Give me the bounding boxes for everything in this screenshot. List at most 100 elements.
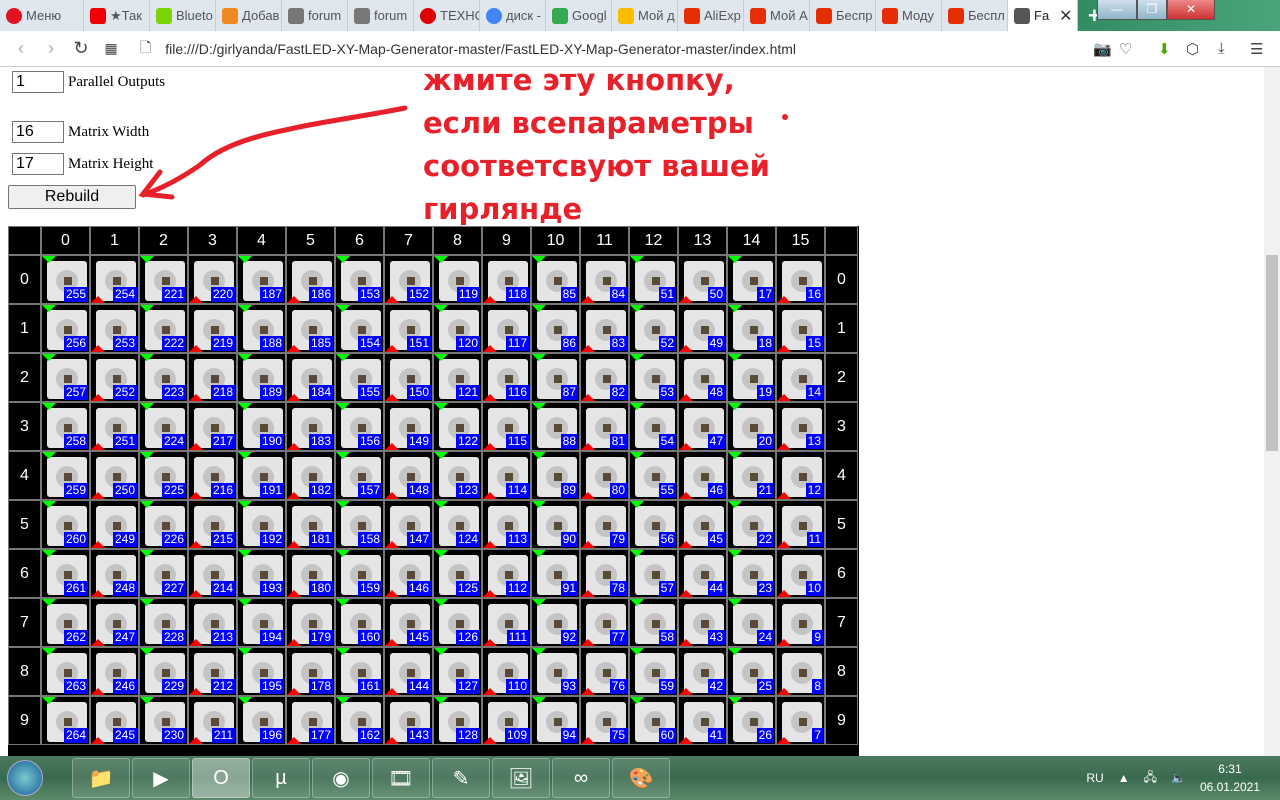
led-cell[interactable]: 25 — [727, 647, 776, 696]
led-cell[interactable]: 192 — [237, 500, 286, 549]
led-cell[interactable]: 87 — [531, 353, 580, 402]
led-cell[interactable]: 26 — [727, 696, 776, 745]
led-cell[interactable]: 81 — [580, 402, 629, 451]
led-cell[interactable]: 10 — [776, 549, 825, 598]
led-cell[interactable]: 185 — [286, 304, 335, 353]
led-cell[interactable]: 82 — [580, 353, 629, 402]
led-cell[interactable]: 123 — [433, 451, 482, 500]
led-cell[interactable]: 178 — [286, 647, 335, 696]
led-cell[interactable]: 225 — [139, 451, 188, 500]
led-cell[interactable]: 116 — [482, 353, 531, 402]
led-cell[interactable]: 245 — [90, 696, 139, 745]
video-icon[interactable]: 🎞 — [372, 758, 430, 798]
led-cell[interactable]: 80 — [580, 451, 629, 500]
led-cell[interactable]: 264 — [41, 696, 90, 745]
led-cell[interactable]: 83 — [580, 304, 629, 353]
led-cell[interactable]: 151 — [384, 304, 433, 353]
led-cell[interactable]: 247 — [90, 598, 139, 647]
led-cell[interactable]: 182 — [286, 451, 335, 500]
led-cell[interactable]: 85 — [531, 255, 580, 304]
speed-dial-icon[interactable]: ▦ — [96, 40, 126, 57]
led-cell[interactable]: 13 — [776, 402, 825, 451]
led-cell[interactable]: 193 — [237, 549, 286, 598]
led-cell[interactable]: 124 — [433, 500, 482, 549]
led-cell[interactable]: 248 — [90, 549, 139, 598]
led-cell[interactable]: 252 — [90, 353, 139, 402]
led-cell[interactable]: 125 — [433, 549, 482, 598]
led-cell[interactable]: 17 — [727, 255, 776, 304]
scrollbar-thumb[interactable] — [1266, 255, 1278, 451]
led-cell[interactable]: 121 — [433, 353, 482, 402]
led-cell[interactable]: 21 — [727, 451, 776, 500]
settings-icon[interactable]: ☰ — [1250, 40, 1263, 58]
led-cell[interactable]: 88 — [531, 402, 580, 451]
led-cell[interactable]: 122 — [433, 402, 482, 451]
led-cell[interactable]: 55 — [629, 451, 678, 500]
downloads-icon[interactable]: ⤓ — [1218, 40, 1225, 57]
led-cell[interactable]: 93 — [531, 647, 580, 696]
led-cell[interactable]: 110 — [482, 647, 531, 696]
tab[interactable]: Беспл — [942, 0, 1008, 31]
led-cell[interactable]: 23 — [727, 549, 776, 598]
led-cell[interactable]: 189 — [237, 353, 286, 402]
paint-icon[interactable]: 🎨 — [612, 758, 670, 798]
led-cell[interactable]: 84 — [580, 255, 629, 304]
opera-icon[interactable]: O — [192, 758, 250, 798]
led-cell[interactable]: 230 — [139, 696, 188, 745]
media-player-icon[interactable]: ▶ — [132, 758, 190, 798]
led-cell[interactable]: 50 — [678, 255, 727, 304]
tab[interactable]: Меню — [0, 0, 84, 31]
led-cell[interactable]: 256 — [41, 304, 90, 353]
led-cell[interactable]: 147 — [384, 500, 433, 549]
photos-icon[interactable]: 🖼 — [492, 758, 550, 798]
led-cell[interactable]: 79 — [580, 500, 629, 549]
download-extension-icon[interactable]: ⬇ — [1158, 40, 1171, 58]
led-cell[interactable]: 24 — [727, 598, 776, 647]
led-cell[interactable]: 218 — [188, 353, 237, 402]
led-cell[interactable]: 54 — [629, 402, 678, 451]
led-cell[interactable]: 48 — [678, 353, 727, 402]
led-cell[interactable]: 194 — [237, 598, 286, 647]
led-cell[interactable]: 190 — [237, 402, 286, 451]
led-cell[interactable]: 114 — [482, 451, 531, 500]
led-cell[interactable]: 154 — [335, 304, 384, 353]
forward-button[interactable]: › — [36, 38, 66, 59]
led-cell[interactable]: 41 — [678, 696, 727, 745]
led-cell[interactable]: 11 — [776, 500, 825, 549]
led-cell[interactable]: 52 — [629, 304, 678, 353]
led-cell[interactable]: 14 — [776, 353, 825, 402]
led-cell[interactable]: 57 — [629, 549, 678, 598]
led-cell[interactable]: 127 — [433, 647, 482, 696]
led-cell[interactable]: 8 — [776, 647, 825, 696]
led-cell[interactable]: 180 — [286, 549, 335, 598]
led-cell[interactable]: 53 — [629, 353, 678, 402]
led-cell[interactable]: 146 — [384, 549, 433, 598]
led-cell[interactable]: 115 — [482, 402, 531, 451]
reload-button[interactable]: ↻ — [66, 38, 96, 59]
led-cell[interactable]: 112 — [482, 549, 531, 598]
tab[interactable]: Googl — [546, 0, 612, 31]
led-cell[interactable]: 47 — [678, 402, 727, 451]
arduino-icon[interactable]: ∞ — [552, 758, 610, 798]
maximize-button[interactable]: ❐ — [1137, 0, 1167, 20]
led-cell[interactable]: 149 — [384, 402, 433, 451]
led-cell[interactable]: 109 — [482, 696, 531, 745]
led-cell[interactable]: 143 — [384, 696, 433, 745]
led-cell[interactable]: 221 — [139, 255, 188, 304]
led-cell[interactable]: 213 — [188, 598, 237, 647]
tab[interactable]: Blueto — [150, 0, 216, 31]
led-cell[interactable]: 211 — [188, 696, 237, 745]
network-icon[interactable]: 🖧 — [1144, 768, 1157, 789]
tab[interactable]: диск - — [480, 0, 546, 31]
led-cell[interactable]: 250 — [90, 451, 139, 500]
clock[interactable]: 6:31 06.01.2021 — [1200, 760, 1260, 796]
led-cell[interactable]: 215 — [188, 500, 237, 549]
led-cell[interactable]: 223 — [139, 353, 188, 402]
led-cell[interactable]: 251 — [90, 402, 139, 451]
start-button[interactable] — [0, 756, 50, 800]
led-cell[interactable]: 120 — [433, 304, 482, 353]
led-cell[interactable]: 148 — [384, 451, 433, 500]
led-cell[interactable]: 76 — [580, 647, 629, 696]
tab[interactable]: forum — [282, 0, 348, 31]
led-cell[interactable]: 7 — [776, 696, 825, 745]
